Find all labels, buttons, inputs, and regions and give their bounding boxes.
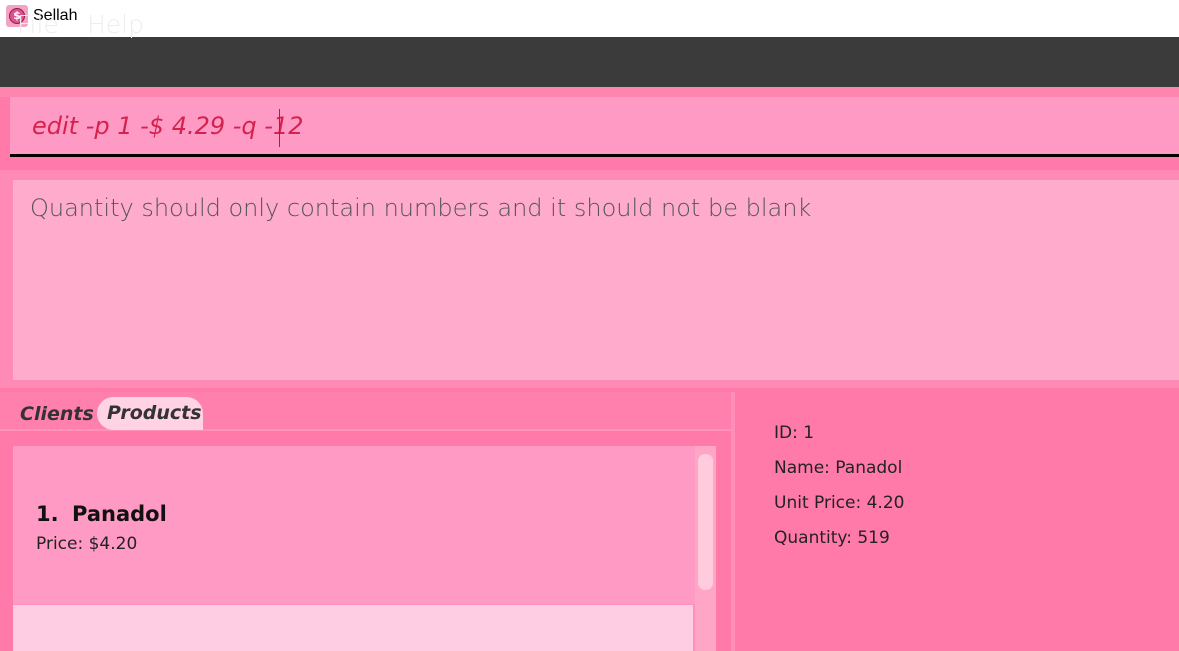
detail-id: ID: 1 <box>774 423 815 443</box>
tab-products[interactable]: Products <box>97 397 203 430</box>
list-item-index: 1. <box>36 502 59 526</box>
detail-unit-price: Unit Price: 4.20 <box>774 493 905 513</box>
list-item-price: Price: $4.20 <box>36 534 138 554</box>
list-item[interactable] <box>13 605 693 651</box>
detail-quantity: Quantity: 519 <box>774 528 890 548</box>
text-caret <box>279 109 280 147</box>
title-bar <box>0 0 1179 37</box>
scrollbar-thumb[interactable] <box>698 454 713 590</box>
command-box <box>10 97 1179 157</box>
menu-help[interactable]: Help <box>87 10 144 40</box>
detail-name: Name: Panadol <box>774 458 903 478</box>
tab-clients[interactable]: Clients <box>20 400 94 430</box>
menu-bar <box>0 37 1179 87</box>
result-message: Quantity should only contain numbers and… <box>30 194 812 222</box>
menu-file[interactable]: File <box>17 10 59 40</box>
command-input[interactable] <box>10 97 1179 154</box>
command-area-background <box>0 87 1179 97</box>
list-item-name: Panadol <box>72 502 167 526</box>
